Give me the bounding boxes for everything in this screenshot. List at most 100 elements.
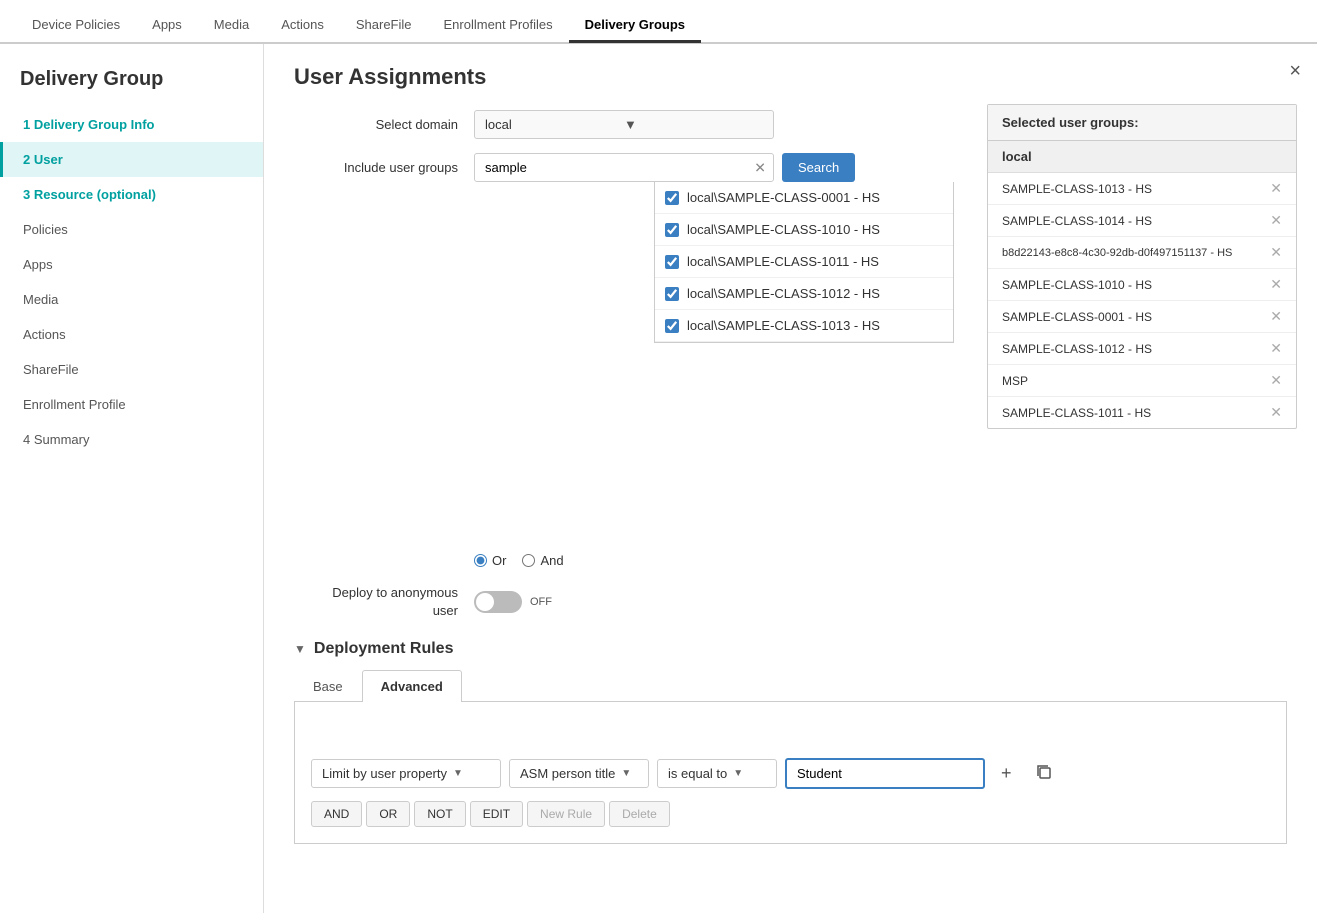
nav-sharefile[interactable]: ShareFile: [340, 9, 428, 43]
selected-group-label-3: SAMPLE-CLASS-1010 - HS: [1002, 278, 1152, 292]
and-button[interactable]: AND: [311, 801, 362, 827]
dropdown-checkbox-2[interactable]: [665, 255, 679, 269]
selected-groups-title: Selected user groups:: [988, 105, 1296, 141]
nav-enrollment-profiles[interactable]: Enrollment Profiles: [428, 9, 569, 43]
rule-value-input[interactable]: [785, 758, 985, 789]
deploy-anonymous-toggle[interactable]: [474, 591, 522, 613]
nav-device-policies[interactable]: Device Policies: [16, 9, 136, 43]
nav-delivery-groups[interactable]: Delivery Groups: [569, 9, 701, 43]
collapse-arrow-icon[interactable]: ▼: [294, 642, 306, 656]
or-radio-label[interactable]: Or: [474, 553, 506, 568]
sidebar-item-user[interactable]: 2 User: [0, 142, 263, 177]
selected-group-4: SAMPLE-CLASS-0001 - HS ✕: [988, 301, 1296, 333]
rule-attribute-arrow: ▼: [621, 768, 631, 779]
and-radio-label[interactable]: And: [522, 553, 563, 568]
step-4-num: 4: [23, 432, 34, 447]
rules-area: Limit by user property ▼ ASM person titl…: [294, 702, 1287, 844]
rule-actions: AND OR NOT EDIT New Rule Delete: [311, 801, 1270, 827]
selected-group-2: b8d22143-e8c8-4c30-92db-d0f497151137 - H…: [988, 237, 1296, 269]
dropdown-item-0[interactable]: local\SAMPLE-CLASS-0001 - HS: [655, 182, 953, 214]
tab-advanced[interactable]: Advanced: [362, 670, 462, 702]
rule-select-attribute[interactable]: ASM person title ▼: [509, 759, 649, 788]
deployment-tabs: Base Advanced: [294, 670, 1287, 702]
dropdown-label-3: local\SAMPLE-CLASS-1012 - HS: [687, 286, 880, 301]
dropdown-item-1[interactable]: local\SAMPLE-CLASS-1010 - HS: [655, 214, 953, 246]
nav-actions[interactable]: Actions: [265, 9, 340, 43]
sidebar-item-policies[interactable]: Policies: [0, 212, 263, 247]
nav-media[interactable]: Media: [198, 9, 265, 43]
remove-group-7[interactable]: ✕: [1270, 404, 1282, 421]
rule-copy-button[interactable]: [1028, 760, 1060, 787]
dropdown-checkbox-1[interactable]: [665, 223, 679, 237]
step-1-label: Delivery Group Info: [34, 117, 155, 132]
sidebar-item-enrollment-profile[interactable]: Enrollment Profile: [0, 387, 263, 422]
rule-add-button[interactable]: +: [993, 759, 1020, 788]
or-label: Or: [492, 553, 506, 568]
deploy-anonymous-label: Deploy to anonymoususer: [294, 584, 474, 620]
remove-group-0[interactable]: ✕: [1270, 180, 1282, 197]
rule-select-operator[interactable]: is equal to ▼: [657, 759, 777, 788]
selected-group-label-5: SAMPLE-CLASS-1012 - HS: [1002, 342, 1152, 356]
rule-select-property[interactable]: Limit by user property ▼: [311, 759, 501, 788]
toggle-knob: [476, 593, 494, 611]
rule-property-arrow: ▼: [453, 768, 463, 779]
search-input[interactable]: [474, 153, 774, 182]
sidebar: Delivery Group 1 Delivery Group Info 2 U…: [0, 44, 264, 913]
content-area: × User Assignments Select domain local ▼…: [264, 44, 1317, 913]
include-groups-label: Include user groups: [294, 153, 474, 175]
deploy-anonymous-row: Deploy to anonymoususer OFF: [294, 584, 1287, 620]
new-rule-button[interactable]: New Rule: [527, 801, 605, 827]
remove-group-5[interactable]: ✕: [1270, 340, 1282, 357]
dropdown-item-4[interactable]: local\SAMPLE-CLASS-1013 - HS: [655, 310, 953, 342]
page-title: User Assignments: [294, 64, 1287, 90]
selected-group-3: SAMPLE-CLASS-1010 - HS ✕: [988, 269, 1296, 301]
sidebar-item-actions[interactable]: Actions: [0, 317, 263, 352]
rule-operator-arrow: ▼: [733, 768, 743, 779]
select-domain-label: Select domain: [294, 117, 474, 132]
sidebar-actions-label: Actions: [23, 327, 66, 342]
remove-group-1[interactable]: ✕: [1270, 212, 1282, 229]
or-radio[interactable]: [474, 554, 487, 567]
sidebar-item-summary[interactable]: 4 Summary: [0, 422, 263, 457]
tab-base[interactable]: Base: [294, 670, 362, 702]
dropdown-checkbox-4[interactable]: [665, 319, 679, 333]
rule-attribute-value: ASM person title: [520, 766, 615, 781]
selected-groups-domain: local: [988, 141, 1296, 173]
selected-group-label-2: b8d22143-e8c8-4c30-92db-d0f497151137 - H…: [1002, 247, 1232, 259]
nav-apps[interactable]: Apps: [136, 9, 198, 43]
step-2-num: 2: [23, 152, 34, 167]
and-label: And: [540, 553, 563, 568]
sidebar-item-apps[interactable]: Apps: [0, 247, 263, 282]
selected-group-label-4: SAMPLE-CLASS-0001 - HS: [1002, 310, 1152, 324]
sidebar-item-sharefile[interactable]: ShareFile: [0, 352, 263, 387]
remove-group-3[interactable]: ✕: [1270, 276, 1282, 293]
or-button[interactable]: OR: [366, 801, 410, 827]
dropdown-checkbox-0[interactable]: [665, 191, 679, 205]
delete-button[interactable]: Delete: [609, 801, 670, 827]
selected-group-label-0: SAMPLE-CLASS-1013 - HS: [1002, 182, 1152, 196]
remove-group-6[interactable]: ✕: [1270, 372, 1282, 389]
sidebar-item-delivery-group-info[interactable]: 1 Delivery Group Info: [0, 107, 263, 142]
dropdown-label-4: local\SAMPLE-CLASS-1013 - HS: [687, 318, 880, 333]
sidebar-item-media[interactable]: Media: [0, 282, 263, 317]
not-button[interactable]: NOT: [414, 801, 465, 827]
selected-group-5: SAMPLE-CLASS-1012 - HS ✕: [988, 333, 1296, 365]
and-radio[interactable]: [522, 554, 535, 567]
step-3-label: Resource (optional): [34, 187, 156, 202]
close-button[interactable]: ×: [1289, 60, 1301, 83]
domain-dropdown-arrow: ▼: [624, 117, 763, 132]
step-1-num: 1: [23, 117, 34, 132]
rule-property-value: Limit by user property: [322, 766, 447, 781]
clear-search-icon[interactable]: ✕: [754, 159, 766, 176]
dropdown-item-2[interactable]: local\SAMPLE-CLASS-1011 - HS: [655, 246, 953, 278]
edit-button[interactable]: EDIT: [470, 801, 523, 827]
remove-group-4[interactable]: ✕: [1270, 308, 1282, 325]
domain-select[interactable]: local ▼: [474, 110, 774, 139]
search-button[interactable]: Search: [782, 153, 855, 182]
dropdown-item-3[interactable]: local\SAMPLE-CLASS-1012 - HS: [655, 278, 953, 310]
dropdown-checkbox-3[interactable]: [665, 287, 679, 301]
remove-group-2[interactable]: ✕: [1270, 244, 1282, 261]
sidebar-item-resource[interactable]: 3 Resource (optional): [0, 177, 263, 212]
selected-group-1: SAMPLE-CLASS-1014 - HS ✕: [988, 205, 1296, 237]
top-nav: Device Policies Apps Media Actions Share…: [0, 0, 1317, 44]
